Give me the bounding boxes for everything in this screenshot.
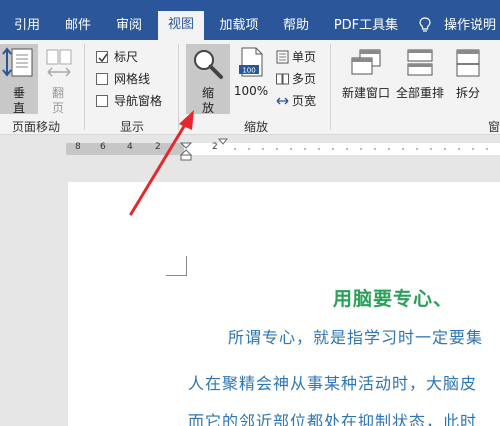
red-arrow-annotation	[129, 110, 194, 216]
